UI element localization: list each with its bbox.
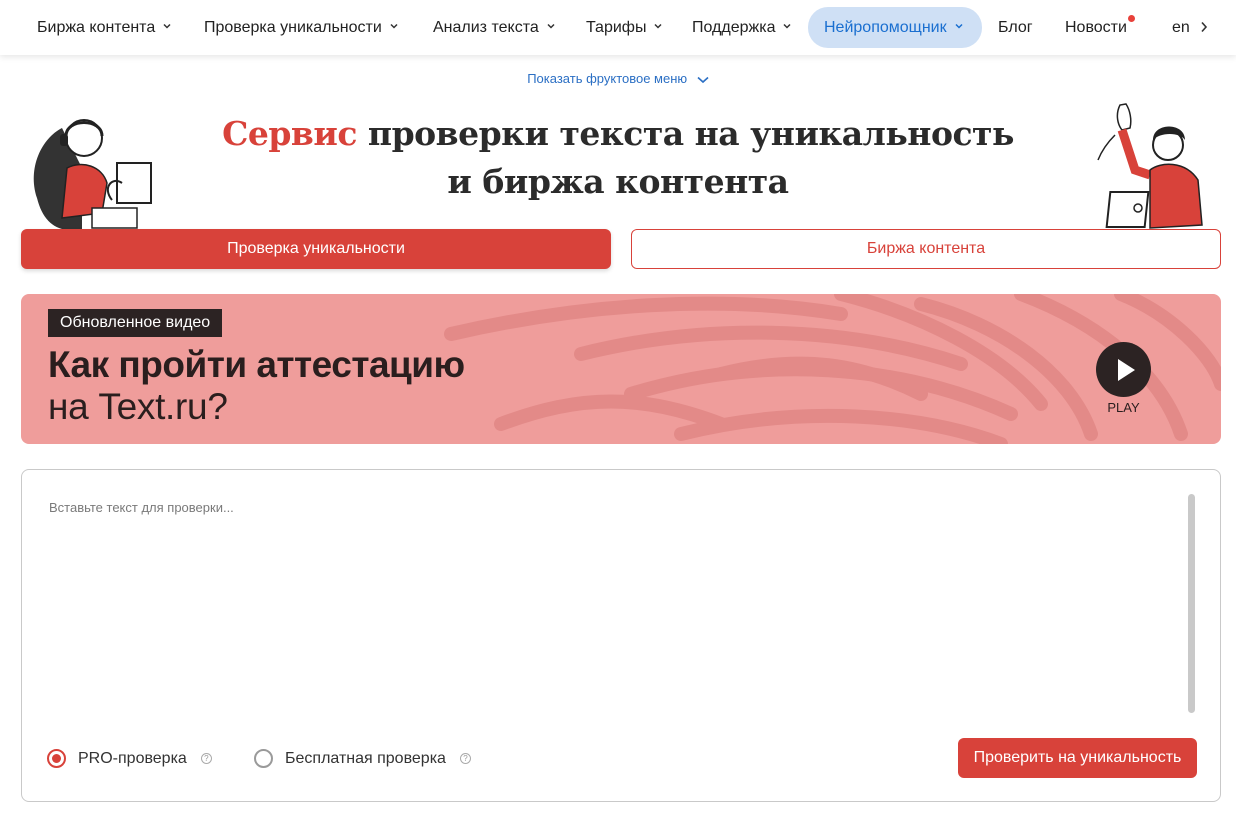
fruit-menu-label: Показать фруктовое меню — [527, 71, 688, 86]
radio-checked-icon — [47, 749, 66, 768]
page-title: Сервис проверки текста на уникальность и… — [0, 110, 1236, 206]
nav-item-label: Поддержка — [692, 18, 776, 36]
play-icon[interactable] — [1096, 342, 1151, 397]
nav-item-label: Проверка уникальности — [204, 18, 382, 36]
chevron-down-icon — [547, 23, 555, 29]
chevron-down-icon — [390, 23, 398, 29]
text-input[interactable] — [37, 490, 1187, 720]
nav-item-news[interactable]: Новости — [1049, 7, 1143, 48]
help-icon[interactable]: ? — [200, 753, 212, 764]
play-label: PLAY — [1107, 400, 1140, 415]
show-fruit-menu-link[interactable]: Показать фруктовое меню — [0, 71, 1236, 86]
nav-item-blog[interactable]: Блог — [982, 7, 1049, 48]
nav-item-label: Новости — [1065, 18, 1127, 36]
nav-item-pricing[interactable]: Тарифы — [570, 7, 678, 48]
top-navigation: Биржа контента Проверка уникальности Ана… — [0, 0, 1236, 55]
banner-subline: на Text.ru? — [48, 386, 228, 427]
chevron-down-icon — [697, 76, 709, 83]
text-check-panel: PRO-проверка ? Бесплатная проверка ? Про… — [21, 469, 1221, 802]
banner-tag: Обновленное видео — [48, 309, 223, 337]
video-banner[interactable]: Обновленное видео Как пройти аттестацию … — [21, 294, 1221, 444]
notification-dot — [1127, 15, 1135, 22]
title-rest: проверки текста на уникальность — [367, 114, 1014, 153]
nav-item-content-exchange[interactable]: Биржа контента — [21, 7, 187, 48]
tab-content-exchange[interactable]: Биржа контента — [631, 229, 1221, 269]
tab-uniqueness-check[interactable]: Проверка уникальности — [21, 229, 611, 269]
banner-headline: Как пройти аттестацию — [48, 344, 465, 385]
chevron-down-icon — [163, 23, 171, 29]
chevron-down-icon — [654, 23, 662, 29]
chevron-down-icon — [955, 23, 963, 29]
pro-check-radio[interactable]: PRO-проверка ? — [47, 749, 212, 768]
nav-item-label: Тарифы — [586, 18, 647, 36]
free-check-radio[interactable]: Бесплатная проверка ? — [254, 749, 471, 768]
nav-item-uniqueness-check[interactable]: Проверка уникальности — [188, 7, 414, 48]
chevron-down-icon — [783, 23, 791, 29]
radio-label: PRO-проверка — [78, 749, 187, 767]
nav-item-label: Нейропомощник — [824, 18, 947, 36]
title-accent: Сервис — [222, 114, 357, 153]
radio-label: Бесплатная проверка — [285, 749, 446, 767]
nav-item-label: Анализ текста — [433, 18, 539, 36]
help-icon[interactable]: ? — [459, 753, 471, 764]
scrollbar[interactable] — [1188, 494, 1195, 713]
nav-item-support[interactable]: Поддержка — [676, 7, 807, 48]
nav-item-label: Блог — [998, 18, 1033, 36]
nav-item-label: Биржа контента — [37, 18, 156, 36]
radio-unchecked-icon — [254, 749, 273, 768]
button-label: Проверить на уникальность — [973, 749, 1182, 766]
check-uniqueness-button[interactable]: Проверить на уникальность — [958, 738, 1197, 778]
tab-label: Биржа контента — [866, 240, 986, 257]
tab-label: Проверка уникальности — [227, 240, 405, 257]
title-line-2: и биржа контента — [447, 162, 789, 201]
language-label: en — [1172, 18, 1190, 36]
chevron-right-icon[interactable] — [1199, 21, 1209, 33]
nav-item-text-analysis[interactable]: Анализ текста — [417, 7, 571, 48]
nav-item-neuro-assistant[interactable]: Нейропомощник — [808, 7, 982, 48]
